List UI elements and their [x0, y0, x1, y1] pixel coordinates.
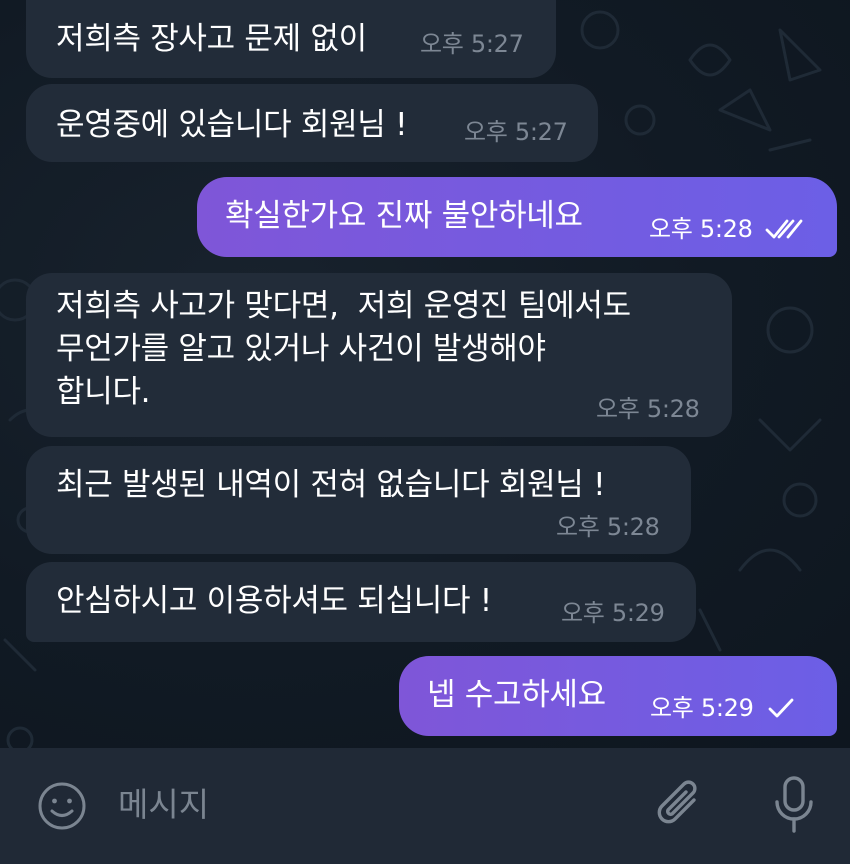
message-text: 최근 발생된 내역이 전혀 없습니다 회원님 ! [56, 467, 606, 503]
incoming-message-bubble[interactable]: 최근 발생된 내역이 전혀 없습니다 회원님 ! 오후 5:28 [26, 446, 691, 554]
message-time: 오후 5:28 [556, 513, 660, 541]
incoming-message-bubble[interactable]: 운영중에 있습니다 회원님 ! 오후 5:27 [26, 84, 598, 162]
message-time: 오후 5:27 [464, 118, 568, 146]
message-time: 오후 5:27 [420, 30, 524, 58]
message-time: 오후 5:29 [561, 599, 665, 627]
message-meta: 오후 5:29 [650, 694, 796, 722]
message-time: 오후 5:28 [596, 395, 700, 423]
attach-icon[interactable] [650, 776, 710, 836]
message-list: 저희측 장사고 문제 없이 오후 5:27 운영중에 있습니다 회원님 ! 오후… [0, 0, 850, 748]
incoming-message-bubble[interactable]: 저희측 사고가 맞다면, 저희 운영진 팀에서도 무언가를 알고 있거나 사건이… [26, 273, 732, 437]
message-input[interactable]: 메시지 [118, 783, 209, 827]
incoming-message-bubble[interactable]: 안심하시고 이용하셔도 되십니다 ! 오후 5:29 [26, 562, 696, 642]
message-time: 오후 5:28 [649, 215, 753, 243]
outgoing-message-bubble[interactable]: 확실한가요 진짜 불안하네요 오후 5:28 [197, 177, 837, 257]
double-check-icon [765, 219, 802, 239]
message-time: 오후 5:29 [650, 694, 754, 722]
emoji-icon[interactable] [36, 780, 88, 832]
microphone-icon[interactable] [770, 774, 818, 836]
message-meta: 오후 5:28 [649, 215, 803, 243]
incoming-message-bubble[interactable]: 저희측 장사고 문제 없이 오후 5:27 [26, 0, 556, 78]
single-check-icon [768, 698, 793, 718]
outgoing-message-bubble[interactable]: 넵 수고하세요 오후 5:29 [399, 656, 837, 736]
chat-screen: 저희측 장사고 문제 없이 오후 5:27 운영중에 있습니다 회원님 ! 오후… [0, 0, 850, 864]
